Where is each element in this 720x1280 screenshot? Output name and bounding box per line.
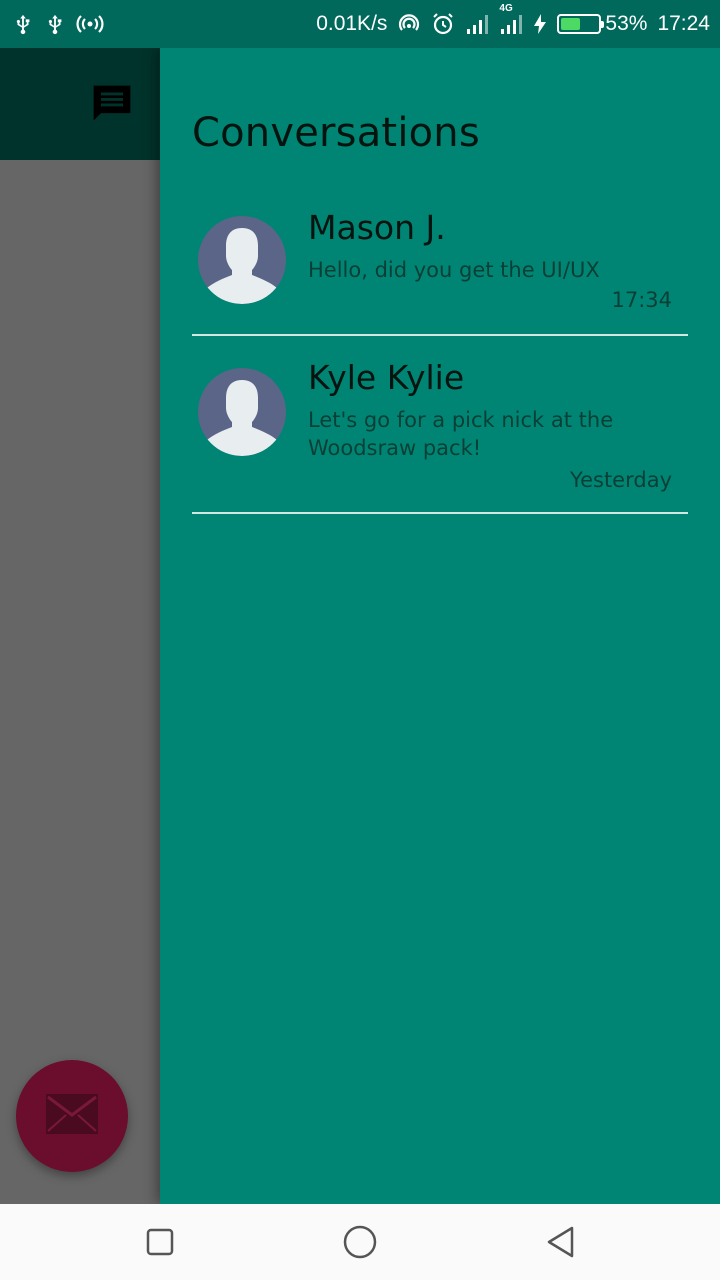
- signal-4g-icon: 4G: [499, 3, 523, 36]
- navigation-bar: [0, 1204, 720, 1280]
- battery-icon: [557, 14, 605, 34]
- person-icon: [198, 216, 286, 304]
- status-time: 17:24: [657, 12, 710, 35]
- network-speed: 0.01K/s: [316, 12, 388, 35]
- battery-fill: [561, 18, 581, 30]
- conversation-item[interactable]: Mason J. Hello, did you get the UI/UX 17…: [192, 198, 688, 336]
- drawer-title: Conversations: [192, 110, 480, 156]
- conversations-drawer: Conversations Mason J. Hello, did you ge…: [160, 48, 720, 1204]
- hotspot-icon: [76, 12, 104, 36]
- mail-icon: [46, 1094, 98, 1138]
- status-left-icons: [12, 12, 104, 36]
- charging-icon: [533, 12, 547, 36]
- battery-percent: 53%: [605, 12, 648, 35]
- conversation-message: Hello, did you get the UI/UX: [308, 258, 600, 282]
- chat-icon[interactable]: [90, 82, 134, 126]
- conversation-name: Kyle Kylie: [308, 358, 465, 397]
- recents-square-icon[interactable]: [140, 1222, 180, 1262]
- usb-icon: [44, 12, 66, 36]
- home-circle-icon[interactable]: [340, 1222, 380, 1262]
- status-right-icons: 0.01K/s 4G 53% 17:24: [316, 3, 710, 36]
- conversation-time: 17:34: [611, 288, 672, 312]
- app-toolbar: [0, 48, 160, 160]
- person-icon: [198, 368, 286, 456]
- status-bar: 0.01K/s 4G 53% 17:24: [0, 0, 720, 48]
- network-type: 4G: [499, 3, 513, 14]
- conversation-list: Mason J. Hello, did you get the UI/UX 17…: [192, 198, 688, 514]
- conversation-item[interactable]: Kyle Kylie Let's go for a pick nick at t…: [192, 336, 688, 514]
- usb-icon: [12, 12, 34, 36]
- nfc-icon: [397, 12, 421, 36]
- signal-icon: [465, 12, 489, 36]
- alarm-icon: [431, 12, 455, 36]
- conversation-name: Mason J.: [308, 208, 446, 247]
- conversation-time: Yesterday: [570, 468, 672, 492]
- compose-fab-button[interactable]: [16, 1060, 128, 1172]
- conversation-message: Let's go for a pick nick at the Woodsraw…: [308, 408, 614, 460]
- back-triangle-icon[interactable]: [540, 1222, 580, 1262]
- background-content-scrim[interactable]: [0, 160, 160, 1204]
